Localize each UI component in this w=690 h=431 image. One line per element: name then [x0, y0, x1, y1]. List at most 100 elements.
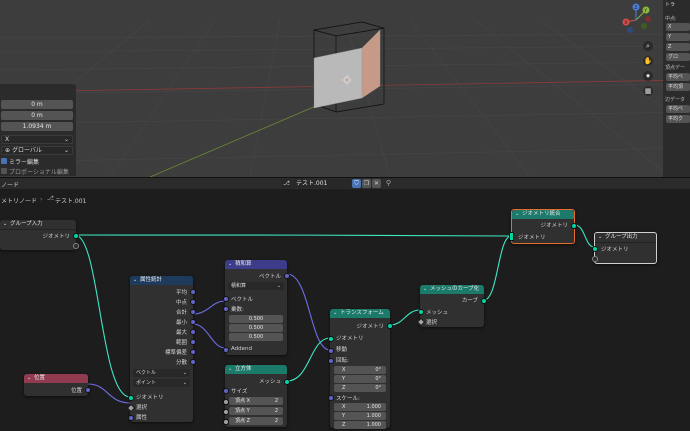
multiplier-y-field[interactable]: 0.500: [229, 324, 283, 332]
pan-hand-icon[interactable]: ✋: [643, 56, 653, 66]
collapse-chevron-icon[interactable]: ⌄: [27, 374, 31, 383]
mesh-input-socket[interactable]: [417, 309, 424, 315]
geometry-input-socket[interactable]: [127, 395, 134, 401]
geometry-output-socket[interactable]: [571, 223, 577, 229]
edge-mean-bevel-field[interactable]: 平均ベ: [666, 105, 690, 113]
unlink-close-icon[interactable]: ✕: [372, 179, 381, 188]
collapse-chevron-icon[interactable]: ⌄: [423, 285, 427, 294]
3d-viewport[interactable]: Y Z X ⌕ ✋ ⏺ ▦ 0 m 0 m 1.0934 m X ⌄ ⊕ グロー…: [0, 0, 690, 177]
scale-input-socket[interactable]: [327, 395, 334, 401]
node-tree-browse-icon[interactable]: ⎇: [281, 179, 292, 188]
proportional-checkbox[interactable]: [1, 168, 7, 174]
range-socket[interactable]: [189, 339, 196, 345]
position-node[interactable]: ⌄ 位置 位置: [24, 374, 91, 396]
breadcrumb-root[interactable]: メトリノード: [1, 196, 37, 205]
collapse-chevron-icon[interactable]: ⌄: [228, 365, 232, 374]
breadcrumb-current[interactable]: テスト.001: [55, 196, 86, 205]
rotation-y-field[interactable]: Y 0°: [334, 375, 386, 383]
geometry-output-socket[interactable]: [72, 233, 79, 239]
operation-dropdown[interactable]: 積和算 ⌄: [228, 282, 284, 290]
size-input-socket[interactable]: [222, 388, 229, 394]
zoom-icon[interactable]: ⌕: [643, 41, 653, 51]
move-y-field[interactable]: 0 m: [1, 111, 73, 120]
group-input-node[interactable]: ⌄ グループ入力 ジオメトリ: [0, 220, 79, 250]
vertices-z-field[interactable]: 頂点 Z 2: [229, 417, 283, 425]
cube-node[interactable]: ⌄ 立方体 メッシュ サイズ 頂点 X 2 頂点 Y 2 頂点 Z 2: [222, 365, 290, 427]
rotation-x-field[interactable]: X 0°: [334, 366, 386, 374]
domain-dropdown[interactable]: ポイント ⌄: [133, 379, 190, 387]
curve-output-socket[interactable]: [480, 298, 487, 304]
geometry-input-socket[interactable]: [327, 336, 334, 342]
attribute-input-socket[interactable]: [127, 415, 134, 421]
collapse-chevron-icon[interactable]: ⌄: [228, 260, 232, 269]
move-x-field[interactable]: 0 m: [1, 100, 73, 109]
mean-vertex-field[interactable]: 平均頂: [666, 83, 690, 91]
duplicate-icon[interactable]: ❐: [362, 179, 371, 188]
collapse-chevron-icon[interactable]: ⌄: [133, 276, 137, 285]
vector-output-socket[interactable]: [283, 273, 290, 279]
orientation-dropdown[interactable]: ⊕ グローバル ⌄: [1, 146, 73, 155]
attribute-statistic-node[interactable]: ⌄ 属性統計 平均 中点 合計 最小 最大 範囲 標準偏差 分散 ベクトル ⌄ …: [126, 276, 196, 422]
navigation-gizmo[interactable]: Y Z X: [618, 2, 654, 36]
global-toggle[interactable]: グロ: [666, 53, 690, 61]
std-dev-socket[interactable]: [189, 349, 196, 355]
vertices-y-field[interactable]: 頂点 Y 2: [229, 407, 283, 415]
position-output-socket[interactable]: [84, 387, 91, 393]
link-join-to-output: [574, 224, 595, 248]
empty-output-socket[interactable]: [72, 243, 79, 249]
pin-icon[interactable]: ⚲: [384, 179, 393, 188]
vector-math-node[interactable]: ⌄ 積和算 ベクトル 積和算 ⌄ ベクトル 乗数: 0.500 0.500 0.…: [222, 260, 290, 355]
breadcrumb: メトリノード › ⎇ テスト.001: [0, 189, 690, 207]
collapse-chevron-icon[interactable]: ⌄: [333, 309, 337, 318]
translation-input-socket[interactable]: [327, 348, 334, 354]
multiplier-input-socket[interactable]: [222, 306, 229, 312]
min-socket[interactable]: [189, 319, 196, 325]
empty-input-socket[interactable]: [592, 256, 598, 262]
median-x-field[interactable]: X: [666, 23, 690, 31]
collapse-chevron-icon[interactable]: ⌄: [515, 210, 519, 219]
sum-socket[interactable]: [189, 309, 196, 315]
median-socket[interactable]: [189, 299, 196, 305]
data-type-dropdown[interactable]: ベクトル ⌄: [133, 369, 190, 377]
grid-perspective-icon[interactable]: ▦: [643, 86, 653, 96]
scale-z-field[interactable]: Z 1.000: [334, 421, 386, 429]
geometry-input-socket[interactable]: [592, 246, 598, 252]
vertices-z-socket[interactable]: [222, 419, 229, 425]
collapse-chevron-icon[interactable]: ⌄: [598, 233, 602, 242]
geometry-output-socket[interactable]: [386, 323, 393, 329]
vector-input-socket[interactable]: [222, 296, 229, 302]
collapse-chevron-icon[interactable]: ⌄: [3, 220, 7, 229]
mirror-checkbox[interactable]: [1, 158, 7, 164]
mesh-to-curve-node[interactable]: ⌄ メッシュのカーブ化 カーブ メッシュ 選択: [416, 285, 487, 327]
camera-icon[interactable]: ⏺: [643, 71, 653, 81]
scale-y-value: 1.000: [366, 413, 381, 419]
move-z-field[interactable]: 1.0934 m: [1, 122, 73, 131]
mean-socket[interactable]: [189, 289, 196, 295]
scale-x-field[interactable]: X 1.000: [334, 403, 386, 411]
rotation-z-field[interactable]: Z 0°: [334, 384, 386, 392]
group-output-node[interactable]: ⌄ グループ出力 ジオメトリ: [592, 232, 657, 264]
node-editor-canvas[interactable]: ⌄ グループ入力 ジオメトリ ⌄ 属性統計 平均 中点 合計 最小 最大 範囲 …: [0, 207, 690, 431]
max-socket[interactable]: [189, 329, 196, 335]
multiplier-x-field[interactable]: 0.500: [229, 315, 283, 323]
fake-user-shield-icon[interactable]: ⛉: [352, 179, 361, 188]
scale-y-field[interactable]: Y 1.000: [334, 412, 386, 420]
axis-dropdown[interactable]: X ⌄: [1, 135, 73, 144]
median-z-field[interactable]: Z: [666, 43, 690, 51]
vertices-x-socket[interactable]: [222, 399, 229, 405]
multiplier-z-field[interactable]: 0.500: [229, 333, 283, 341]
output-max: 最大: [175, 330, 187, 336]
vertices-x-field[interactable]: 頂点 X 2: [229, 397, 283, 405]
datablock-name-field[interactable]: テスト.001: [293, 179, 351, 188]
mean-bevel-field[interactable]: 平均ベ: [666, 73, 690, 81]
transform-node[interactable]: ⌄ トランスフォーム ジオメトリ ジオメトリ 移動 回転: X 0° Y 0° …: [327, 309, 393, 429]
rotation-input-socket[interactable]: [327, 358, 334, 364]
variance-socket[interactable]: [189, 359, 196, 365]
join-geometry-node[interactable]: ⌄ ジオメトリ統合 ジオメトリ ジオメトリ: [509, 209, 577, 244]
addend-input-socket[interactable]: [222, 347, 229, 353]
median-y-field[interactable]: Y: [666, 33, 690, 41]
multi-input-socket[interactable]: [509, 232, 514, 241]
edge-mean-crease-field[interactable]: 平均ク: [666, 115, 690, 123]
mesh-output-socket[interactable]: [283, 379, 290, 385]
vertices-y-socket[interactable]: [222, 409, 229, 415]
